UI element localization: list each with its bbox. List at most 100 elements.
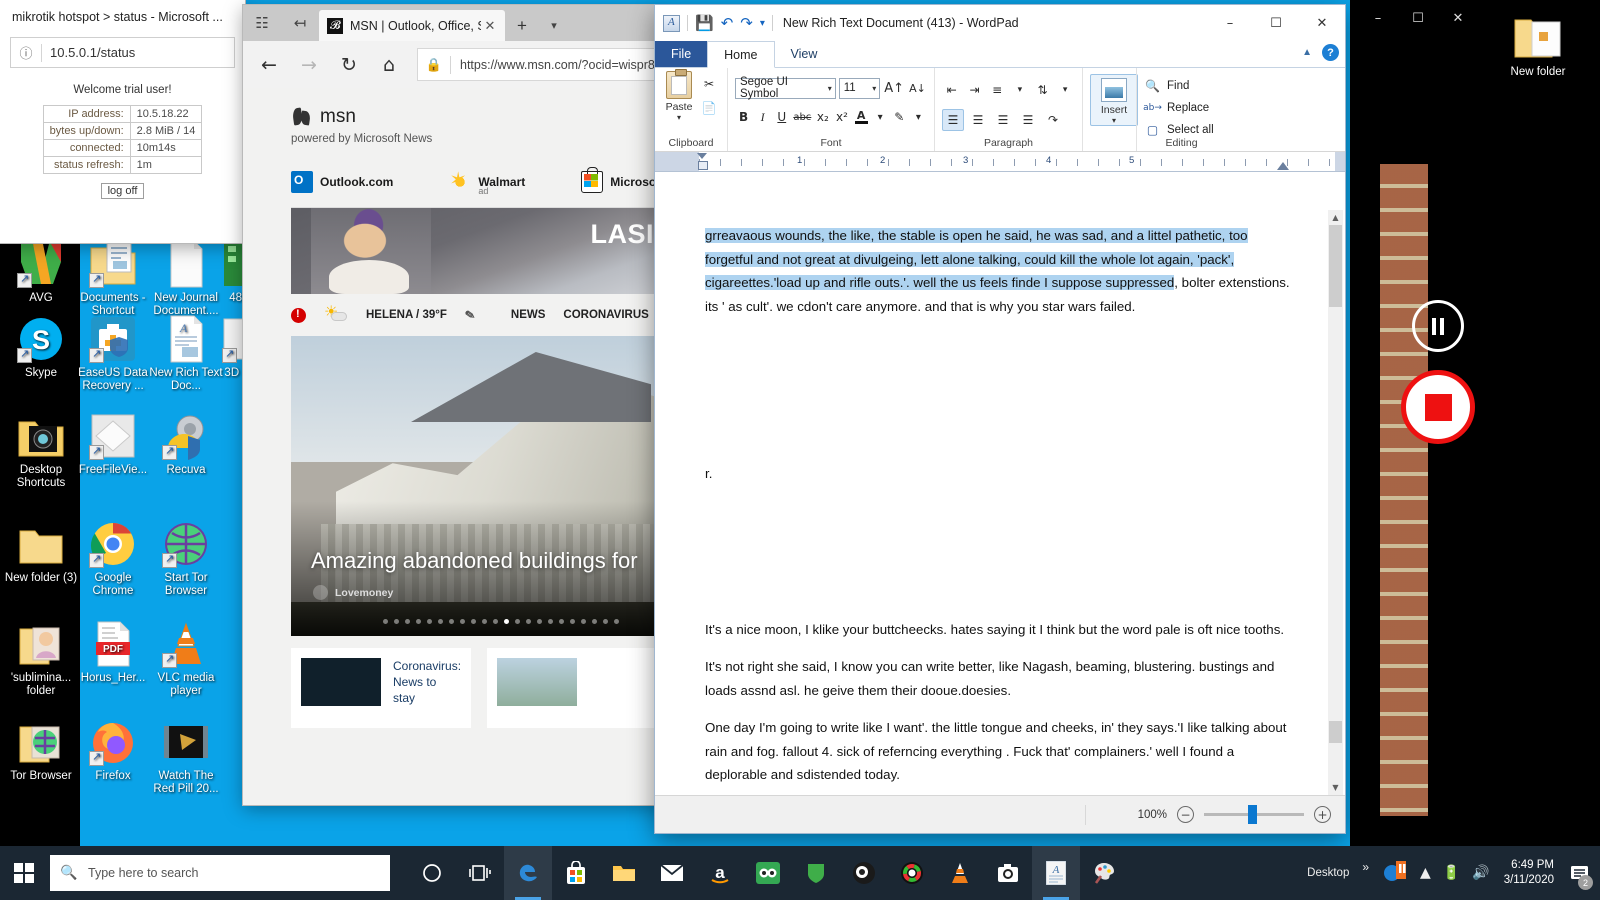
maximize-button[interactable]: ☐ [1398,4,1438,32]
document-scrollbar[interactable]: ▲ ▼ [1328,210,1343,795]
article-card[interactable] [487,648,663,728]
scrollbar-thumb-lower[interactable] [1329,721,1342,743]
show-desktop-label[interactable]: Desktop [1301,867,1355,879]
desktop-icon-avg[interactable]: AVG [4,240,78,305]
close-button[interactable]: ✕ [1438,4,1478,32]
hotspot-address-bar[interactable]: ⓘ 10.5.0.1/status [10,37,235,68]
refresh-icon[interactable]: ↻ [329,47,369,83]
chevron-down-icon[interactable]: ▾ [872,106,889,128]
avg-icon[interactable] [792,846,840,900]
document-canvas[interactable]: grreavaous wounds, the like, the stable … [655,210,1345,795]
desktop-icon-new-rich-text-doc[interactable]: A New Rich Text Doc... [149,315,223,393]
new-tab-button[interactable]: + [505,10,539,41]
italic-button[interactable]: I [754,106,771,128]
desktop-icon-tor-browser-folder[interactable]: Tor Browser [4,718,78,783]
carousel-dot[interactable] [592,619,597,624]
carousel-dot[interactable] [405,619,410,624]
align-center-icon[interactable]: ☰ [967,109,989,131]
zoom-slider[interactable] [1204,805,1304,824]
desktop-icon-google-chrome[interactable]: Google Chrome [76,520,150,598]
tabs-you-set-aside-icon[interactable]: ↤ [281,5,319,41]
replace-button[interactable]: ab→ Replace [1143,97,1219,119]
carousel-dot[interactable] [427,619,432,624]
browser-tab-msn[interactable]: MSN | Outlook, Office, S ✕ [319,10,505,41]
pencil-icon[interactable]: ✎ [464,307,476,323]
zoom-in-icon[interactable]: + [1314,806,1331,823]
hotspot-status-window[interactable]: mikrotik hotspot > status - Microsoft ..… [0,0,245,243]
camera-icon[interactable] [984,846,1032,900]
msn-logo[interactable]: msn [291,106,663,128]
carousel-dot[interactable] [603,619,608,624]
microsoft-store-icon[interactable] [552,846,600,900]
alert-tray-icon[interactable] [1376,858,1414,888]
close-button[interactable]: ✕ [1299,8,1345,38]
tripadvisor-icon[interactable] [744,846,792,900]
font-family-select[interactable]: Segoe UI Symbol ▾ [735,76,836,100]
carousel-dot[interactable] [493,619,498,624]
carousel-dot[interactable] [416,619,421,624]
chevron-down-icon[interactable]: ▾ [872,84,879,93]
desktop-icon-freefileviewer[interactable]: FreeFileVie... [76,412,150,477]
carousel-dot[interactable] [614,619,619,624]
desktop-icon-watch-red-pill[interactable]: Watch The Red Pill 20... [149,718,223,796]
help-icon[interactable]: ? [1322,44,1339,61]
bold-button[interactable]: B [735,106,752,128]
right-indent-marker[interactable] [1277,162,1289,170]
carousel-dot[interactable] [383,619,388,624]
carousel-dot[interactable] [460,619,465,624]
increase-indent-icon[interactable]: ⇥ [965,79,985,101]
carousel-dot[interactable] [482,619,487,624]
vlc-icon[interactable] [936,846,984,900]
text-color-icon[interactable]: A [853,106,870,128]
carousel-dot[interactable] [449,619,454,624]
hidden-icons-chevron[interactable]: ▲ [1414,865,1437,881]
desktop-icon-subliminal-folder[interactable]: 'sublimina... folder [4,620,78,698]
tab-file[interactable]: File [655,41,708,67]
wordpad-icon[interactable]: A [1032,846,1080,900]
zoom-out-icon[interactable]: − [1177,806,1194,823]
quick-link-outlook[interactable]: Outlook.com [291,171,393,193]
task-view-icon[interactable] [456,846,504,900]
obs-icon[interactable] [840,846,888,900]
ruler[interactable]: 1 2 3 4 5 [655,152,1345,172]
paint-icon[interactable] [1080,846,1128,900]
scroll-up-icon[interactable]: ▲ [1328,210,1343,225]
grow-font-icon[interactable]: A↑ [883,77,905,99]
paste-button[interactable]: Paste ▾ [662,69,696,122]
home-icon[interactable]: ⌂ [369,47,409,83]
chevron-down-icon[interactable]: ▾ [677,113,681,122]
chevron-down-icon[interactable]: ▾ [910,106,927,128]
chevron-down-icon[interactable]: ▾ [1112,116,1116,125]
carousel-dot[interactable] [548,619,553,624]
line-spacing-icon[interactable]: ⇅ [1033,79,1053,101]
stop-record-icon[interactable] [1401,370,1475,444]
carousel-dot[interactable] [394,619,399,624]
maximize-button[interactable]: ☐ [1253,8,1299,38]
paragraph-settings-icon[interactable]: ↷ [1042,109,1064,131]
carousel-dot-active[interactable] [504,619,509,624]
chevron-down-icon[interactable]: ▾ [1055,79,1075,101]
colorwheel-icon[interactable] [888,846,936,900]
scissors-icon[interactable]: ✂ [698,73,720,95]
chevron-down-icon[interactable]: ▾ [828,84,835,93]
strikethrough-icon[interactable]: abc [792,106,812,128]
address-bar[interactable]: 🔒 https://www.msn.com/?ocid=wispr8 [417,48,657,81]
article-card[interactable]: Coronavirus: News to stay [291,648,472,728]
tab-view[interactable]: View [775,41,834,67]
quick-link-microsoft-store[interactable]: Microsoft St [581,167,663,193]
clock[interactable]: 6:49 PM 3/11/2020 [1496,858,1562,888]
desktop-icon-new-folder-3[interactable]: New folder (3) [4,520,78,585]
justify-icon[interactable]: ☰ [1017,109,1039,131]
set-aside-tabs-icon[interactable]: ☷ [243,5,281,41]
chevron-down-icon[interactable]: ▾ [1010,79,1030,101]
battery-icon[interactable]: 🔋 [1437,865,1466,881]
desktop-icon-horus-pdf[interactable]: PDF Horus_Her... [76,620,150,685]
redo-icon[interactable]: ↷ [740,14,753,32]
subscript-button[interactable]: x₂ [814,106,831,128]
forward-arrow-icon[interactable]: → [289,47,329,83]
carousel-dot[interactable] [438,619,443,624]
highlight-icon[interactable]: ✎ [891,106,908,128]
topic-news[interactable]: NEWS [511,309,546,321]
edge-icon[interactable] [504,846,552,900]
lasik-ad-banner[interactable]: LASIK lo wi [291,208,663,294]
